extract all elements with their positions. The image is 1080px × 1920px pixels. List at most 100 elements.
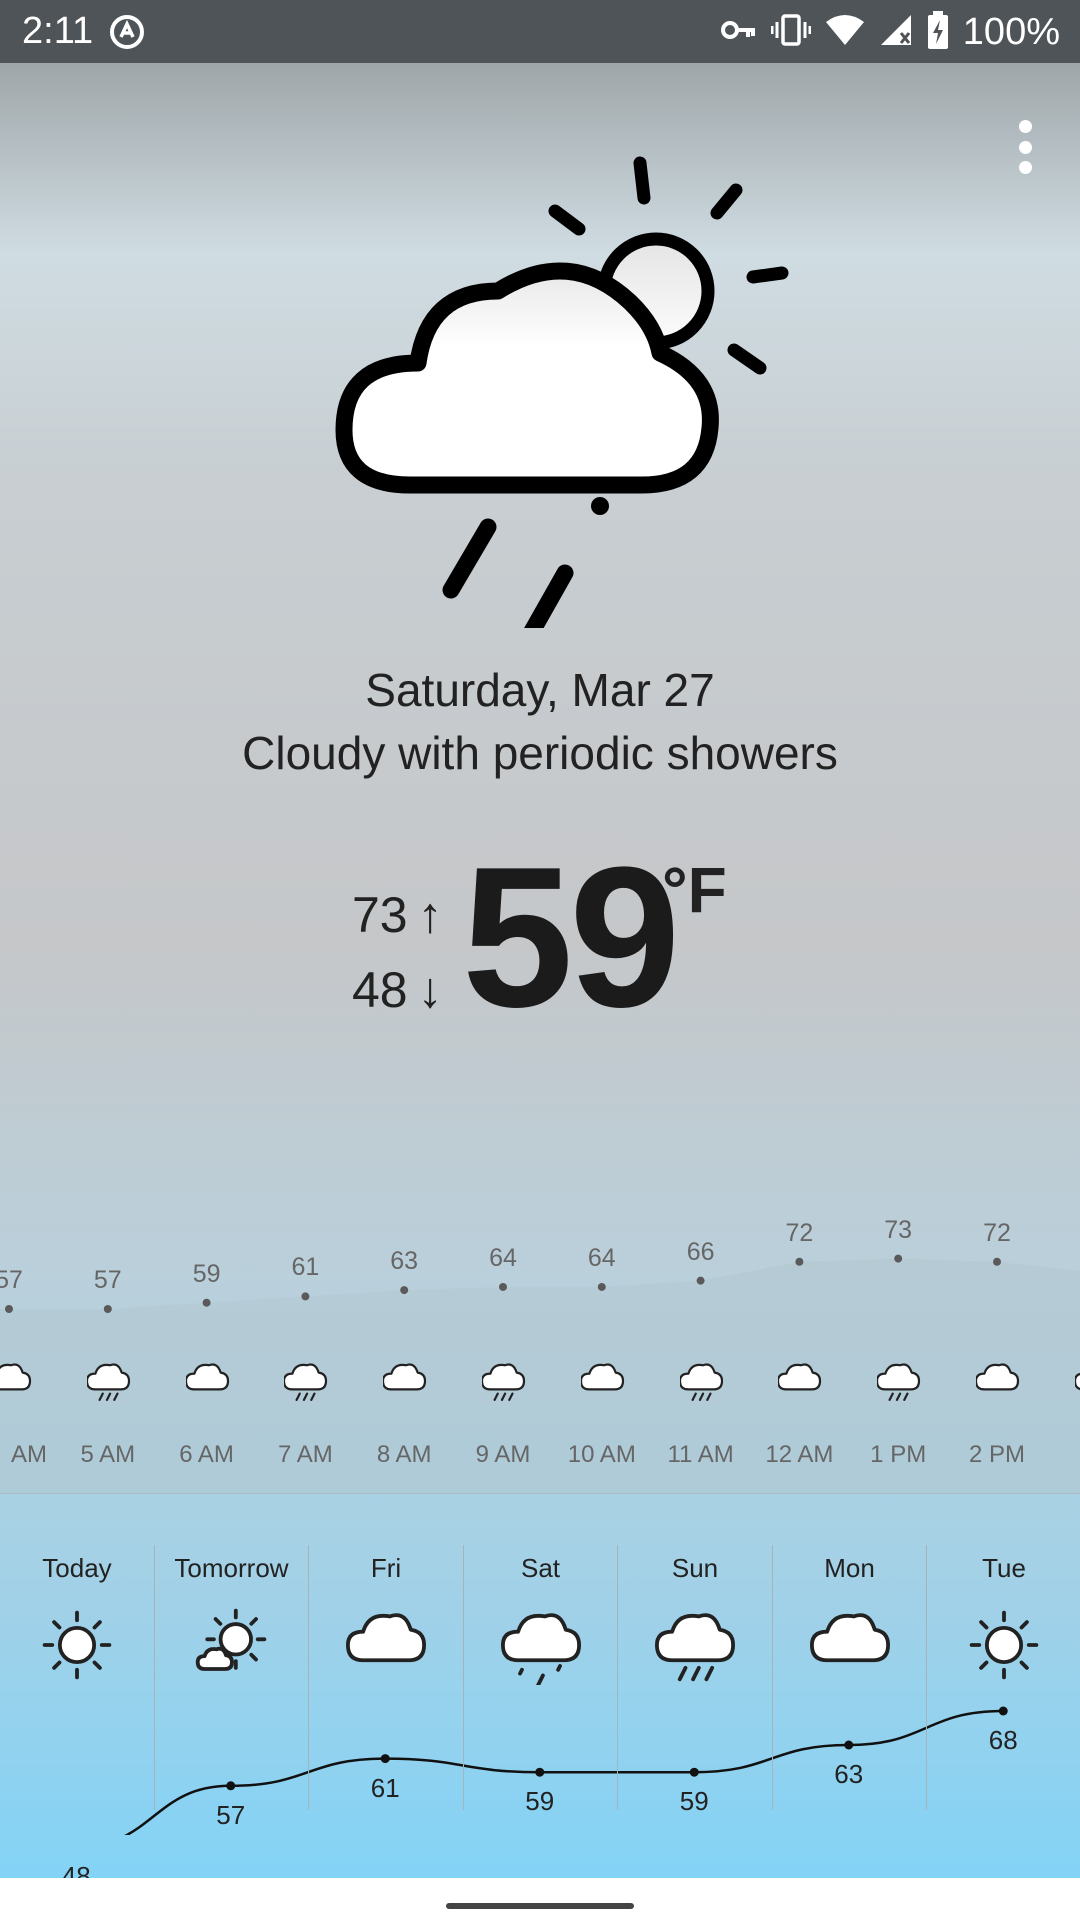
day-separator bbox=[771, 1545, 773, 1810]
hourly-temp-label: 63 bbox=[390, 1247, 419, 1276]
day-column[interactable]: Fri bbox=[309, 1545, 463, 1810]
day-name: Tue bbox=[982, 1553, 1026, 1583]
day-name: Today bbox=[42, 1553, 112, 1583]
day-separator bbox=[462, 1545, 464, 1810]
partly-sunny-icon bbox=[192, 1605, 272, 1685]
hourly-temp-point bbox=[103, 1305, 112, 1313]
daily-temp-label: 68 bbox=[988, 1725, 1018, 1755]
day-name: Sat bbox=[520, 1553, 561, 1583]
current-temp: 59 bbox=[462, 826, 680, 1049]
hourly-temp-label: 61 bbox=[291, 1253, 320, 1282]
cloud-showers-icon bbox=[500, 1605, 581, 1689]
hourly-time-label: 5 AM bbox=[80, 1441, 136, 1468]
hourly-temp-label: 64 bbox=[489, 1243, 517, 1272]
daily-temp-label: 57 bbox=[216, 1799, 246, 1830]
hourly-temp-point bbox=[5, 1305, 13, 1313]
daily-forecast: Today Tomorrow Fri Sat Sun Mon Tue 48 57 61 59 59 63… bbox=[0, 1545, 1080, 1891]
hourly-temp-point bbox=[993, 1257, 1001, 1266]
hourly-time-label: 2 PM bbox=[968, 1441, 1025, 1468]
day-name: Fri bbox=[370, 1553, 402, 1583]
hourly-time-label: 3 bbox=[1041, 1441, 1080, 1469]
hourly-temp-label: 73 bbox=[884, 1215, 913, 1244]
day-name: Mon bbox=[824, 1553, 875, 1583]
day-separator bbox=[153, 1545, 155, 1810]
hourly-time-label: 7 AM bbox=[278, 1441, 333, 1468]
hourly-temp-label: 57 bbox=[0, 1266, 23, 1294]
hourly-temp-label: 64 bbox=[587, 1243, 616, 1272]
hourly-time-label: 12 AM bbox=[765, 1441, 834, 1468]
hourly-temp-label: 57 bbox=[93, 1266, 122, 1294]
hourly-temp-point bbox=[597, 1282, 606, 1291]
cloud-rain-icon bbox=[482, 1360, 542, 1410]
day-column[interactable]: Sat bbox=[464, 1545, 618, 1810]
hourly-time-label: 6 AM bbox=[179, 1441, 234, 1468]
cloud-rain-icon bbox=[679, 1360, 740, 1410]
more-vert-icon bbox=[1018, 120, 1032, 133]
hourly-temp-point bbox=[696, 1276, 705, 1285]
hourly-time-label: 10 AM bbox=[567, 1441, 636, 1468]
day-column[interactable]: Today bbox=[0, 1545, 154, 1810]
section-divider bbox=[0, 1493, 1080, 1494]
daily-temp-label: 63 bbox=[834, 1759, 864, 1789]
high-temp: 73 ↑ bbox=[352, 878, 443, 953]
arrow-up-icon: ↑ bbox=[417, 887, 443, 943]
hourly-temp-point bbox=[894, 1254, 903, 1263]
hourly-temp-point bbox=[499, 1282, 507, 1291]
hourly-time-label: 8 AM bbox=[376, 1441, 432, 1468]
cloud-rain-icon bbox=[284, 1360, 344, 1410]
hourly-time-label: 1 PM bbox=[870, 1441, 927, 1468]
overflow-menu-button[interactable] bbox=[1010, 115, 1040, 179]
home-handle[interactable] bbox=[446, 1903, 634, 1909]
sun-icon bbox=[37, 1605, 117, 1685]
cloud-icon bbox=[185, 1360, 246, 1410]
cloud-icon bbox=[580, 1360, 641, 1410]
cloud-icon bbox=[383, 1360, 443, 1410]
status-icons: 100% bbox=[720, 10, 1060, 54]
hourly-temp-point bbox=[202, 1298, 211, 1307]
hourly-temp-label: 59 bbox=[192, 1259, 221, 1288]
day-name: Sun bbox=[671, 1553, 719, 1583]
day-separator bbox=[617, 1545, 618, 1810]
high-low: 73 ↑ 48 ↓ bbox=[352, 878, 443, 1028]
hourly-time-label: 11 AM bbox=[667, 1441, 734, 1468]
condition-text: Cloudy with periodic showers bbox=[242, 727, 838, 779]
at-sign-icon bbox=[108, 13, 146, 56]
cloud-rain-icon bbox=[877, 1360, 937, 1410]
wifi-icon bbox=[825, 14, 865, 51]
hourly-temp-point bbox=[795, 1257, 804, 1266]
low-temp: 48 ↓ bbox=[352, 953, 443, 1028]
weather-app: Saturday, Mar 27 Cloudy with periodic sh… bbox=[0, 63, 1080, 1891]
day-name: Tomorrow bbox=[174, 1553, 289, 1583]
sun-icon bbox=[964, 1605, 1044, 1685]
hourly-temp-point bbox=[301, 1292, 310, 1301]
hourly-temp-label: 72 bbox=[983, 1218, 1011, 1247]
forecast-date: Saturday, Mar 27 bbox=[365, 664, 715, 716]
hourly-temp-label: 66 bbox=[686, 1237, 715, 1266]
day-column[interactable]: Sun bbox=[618, 1545, 772, 1810]
vpn-key-icon bbox=[720, 18, 757, 47]
cloud-icon bbox=[346, 1605, 427, 1685]
cloud-rain-icon bbox=[655, 1605, 735, 1685]
hourly-temp-label: 72 bbox=[785, 1218, 814, 1247]
arrow-down-icon: ↓ bbox=[417, 962, 443, 1018]
cloud-icon bbox=[778, 1360, 838, 1410]
status-time: 2:11 bbox=[22, 10, 94, 52]
temp-unit: °F bbox=[662, 854, 727, 926]
hourly-forecast[interactable]: 57 AM 57 5 AM 59 6 AM 61 7 AM 63 8 AM 64 9 AM 64 10 A… bbox=[0, 1133, 1080, 1493]
high-value: 73 bbox=[352, 887, 408, 943]
day-separator bbox=[308, 1545, 309, 1810]
daily-temp-label: 59 bbox=[679, 1786, 709, 1817]
day-column[interactable]: Tomorrow bbox=[155, 1545, 309, 1810]
navigation-bar bbox=[0, 1878, 1080, 1920]
low-value: 48 bbox=[352, 962, 408, 1018]
daily-temp-label: 61 bbox=[370, 1772, 400, 1803]
battery-percent: 100% bbox=[962, 10, 1060, 53]
hourly-temp-point bbox=[400, 1286, 409, 1295]
cloud-icon bbox=[809, 1605, 890, 1685]
day-column[interactable]: Tue bbox=[927, 1545, 1080, 1810]
status-bar: 2:11 100% bbox=[0, 0, 1080, 63]
hourly-time-label: 9 AM bbox=[475, 1441, 531, 1468]
cell-signal-icon bbox=[879, 13, 913, 52]
cloud-icon bbox=[976, 1360, 1036, 1410]
cloud-icon bbox=[1074, 1360, 1080, 1410]
